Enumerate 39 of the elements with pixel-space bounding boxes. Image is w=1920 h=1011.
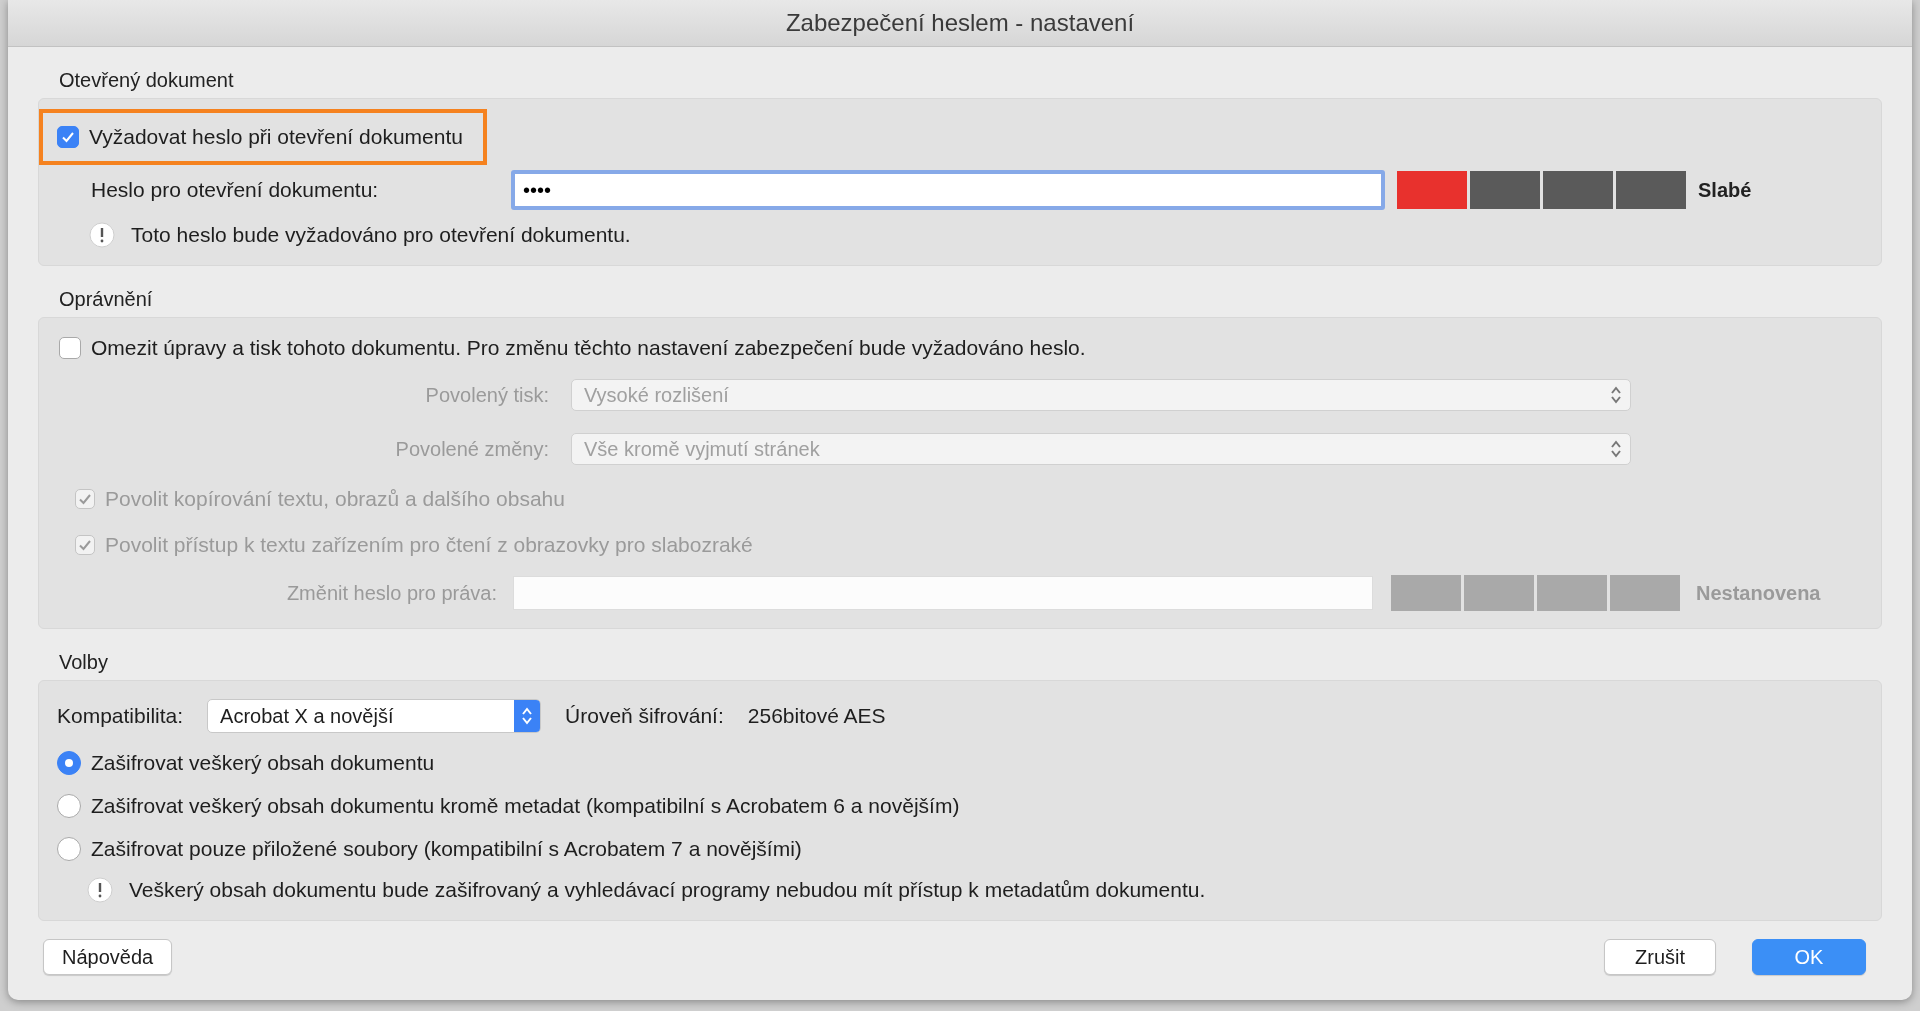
chevron-updown-icon — [1610, 439, 1622, 459]
checkbox[interactable] — [59, 337, 81, 359]
select-label: Povolené změny: — [394, 437, 549, 461]
cancel-button[interactable]: Zrušit — [1604, 939, 1716, 975]
field-label: Kompatibilita: — [57, 704, 184, 728]
chevron-updown-icon — [1610, 385, 1622, 405]
field-label: Úroveň šifrování: — [565, 704, 724, 728]
radio-label: Zašifrovat veškerý obsah dokumentu kromě metadat (kompatibilní s Acrobatem 6 a novějším) — [91, 793, 960, 818]
section-heading: Volby — [59, 651, 109, 674]
dropdown[interactable]: Acrobat X a novější — [207, 699, 542, 733]
field-label: Změnit heslo pro práva: — [285, 581, 497, 605]
strength-label: Slabé — [1698, 178, 1752, 202]
radio-label: Zašifrovat pouze přiložené soubory (kompatibilní s Acrobatem 7 a novějšími) — [91, 836, 802, 861]
checkbox-label: Povolit kopírování textu, obrazů a dalšího obsahu — [105, 487, 565, 511]
checkmark-icon — [61, 130, 75, 144]
help-button[interactable]: Nápověda — [43, 939, 173, 975]
exclamation-icon — [87, 877, 113, 903]
password-field[interactable]: •••• — [511, 170, 1385, 210]
info-text: Toto heslo bude vyžadováno pro otevření dokumentu. — [131, 223, 631, 247]
checkmark-icon — [78, 492, 92, 506]
window-title: Zabezpečení heslem - nastavení — [785, 9, 1135, 37]
checkbox-label: Vyžadovat heslo při otevření dokumentu — [89, 125, 463, 149]
select-label: Povolený tisk: — [424, 383, 549, 407]
checkbox-label: Omezit úpravy a tisk tohoto dokumentu. Pro změnu těchto nastavení zabezpečení bude vyžadováno heslo. — [91, 336, 1086, 360]
chevron-updown-icon — [521, 706, 534, 726]
radio-button[interactable] — [57, 750, 81, 775]
section-heading: Oprávnění — [59, 288, 154, 311]
radio-button[interactable] — [57, 836, 81, 861]
checkbox-label: Povolit přístup k textu zařízením pro čtení z obrazovky pro slabozraké — [105, 533, 753, 557]
radio-label: Zašifrovat veškerý obsah dokumentu — [91, 750, 435, 775]
checkmark-icon — [78, 538, 92, 552]
strength-label: Nestanovena — [1696, 581, 1821, 605]
section-heading: Otevřený dokument — [59, 69, 235, 92]
exclamation-icon — [89, 222, 115, 248]
field-label: Heslo pro otevření dokumentu: — [90, 178, 380, 202]
radio-button[interactable] — [57, 793, 81, 818]
info-text: Veškerý obsah dokumentu bude zašifrovaný a vyhledávací programy nebudou mít přístup k metadatům dokumentu. — [129, 878, 1206, 902]
encryption-value: 256bitové AES — [747, 704, 886, 728]
checkbox[interactable] — [57, 126, 79, 148]
